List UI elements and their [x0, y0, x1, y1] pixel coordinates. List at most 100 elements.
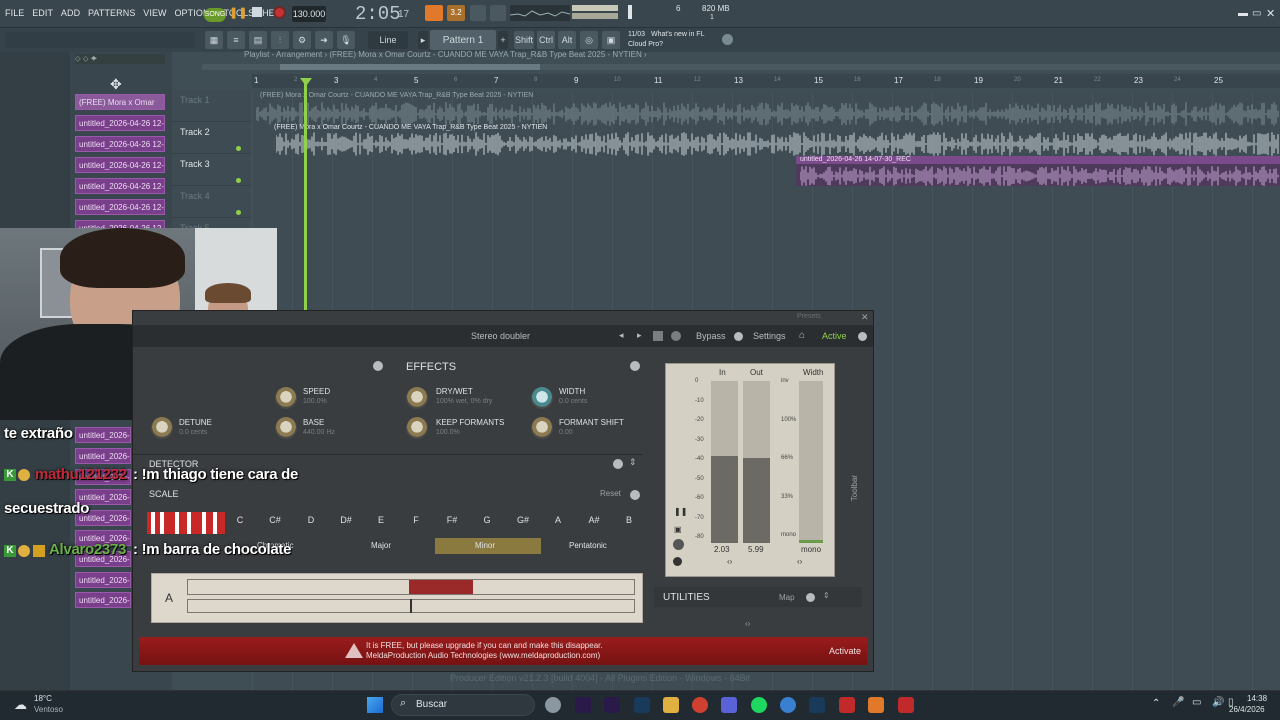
presets-label[interactable]: Presets	[797, 313, 821, 320]
plugin-close-icon[interactable]: ✕	[861, 312, 869, 323]
touch-icon[interactable]: ◎	[580, 31, 598, 49]
channel-rack-icon[interactable]: ▤	[249, 31, 267, 49]
fl-studio-icon[interactable]	[868, 697, 884, 713]
base-knob[interactable]	[275, 417, 297, 439]
weather-temp[interactable]: 18°C	[34, 694, 52, 703]
spotify-icon[interactable]	[751, 697, 767, 713]
song-mode-toggle[interactable]: SONG	[204, 8, 226, 22]
audio-clip-waveform[interactable]	[276, 132, 1280, 158]
scale-key-gsharp[interactable]: G#	[511, 515, 535, 525]
copilot-icon[interactable]	[545, 697, 561, 713]
discord-icon[interactable]	[721, 697, 737, 713]
scale-key-e[interactable]: E	[369, 515, 393, 525]
loop-record-icon[interactable]	[490, 5, 506, 21]
track-mute-led[interactable]	[236, 146, 241, 151]
drywet-knob[interactable]	[406, 387, 428, 409]
online-icon[interactable]	[722, 34, 733, 45]
photoshop-icon[interactable]	[634, 697, 650, 713]
width-knob[interactable]	[531, 387, 553, 409]
countdown-icon[interactable]: 3.2	[447, 5, 465, 21]
close-icon[interactable]: ✕	[1266, 7, 1275, 20]
audio-clip-waveform[interactable]	[800, 166, 1280, 192]
speed-knob[interactable]	[275, 387, 297, 409]
channel-item[interactable]: untitled_2026-0	[75, 592, 131, 608]
playlist-breadcrumb[interactable]: Playlist - Arrangement › (FREE) Mora x O…	[244, 50, 647, 59]
start-icon[interactable]	[367, 697, 383, 713]
track-mute-led[interactable]	[236, 210, 241, 215]
news-icon[interactable]: ▣	[602, 31, 620, 49]
collapse-icon[interactable]: ‹›	[745, 619, 750, 628]
news-headline-2[interactable]: Cloud Pro?	[628, 41, 663, 48]
menu-edit[interactable]: EDIT	[32, 8, 53, 18]
timeline-ruler[interactable]: 1 3 5 7 9 11 13 15 17 19 21 23 25 2 4 6 8 10 12 14 16 18 20 22 2…	[252, 74, 1280, 88]
menu-patterns[interactable]: PATTERNS	[88, 8, 135, 18]
time-display[interactable]: 2:05	[355, 3, 401, 25]
expand-icon[interactable]: ⇕	[629, 457, 637, 468]
toolbar-tab[interactable]: Toolbar	[850, 475, 859, 501]
channel-item[interactable]: untitled_2026-04-26 12-	[75, 199, 165, 215]
settings-button[interactable]: Settings	[753, 331, 786, 341]
stop-icon[interactable]	[252, 7, 262, 17]
channel-item[interactable]: untitled_2026-0	[75, 448, 131, 464]
after-effects-icon[interactable]	[575, 697, 591, 713]
snap-select[interactable]: Line	[368, 31, 408, 49]
help-icon[interactable]	[613, 459, 623, 469]
piano-keys-icon[interactable]	[147, 512, 225, 534]
help-icon[interactable]	[858, 332, 867, 341]
help-icon[interactable]	[373, 361, 383, 371]
pattern-prev-icon[interactable]: ▸	[418, 31, 428, 49]
mixer-icon[interactable]: ⫶	[271, 31, 289, 49]
shift-button[interactable]: Shift	[514, 31, 534, 49]
network-icon[interactable]: ▭	[1192, 697, 1201, 708]
piano-roll-icon[interactable]: ≡	[227, 31, 245, 49]
channel-item[interactable]: untitled_2026-0	[75, 427, 131, 443]
scale-mode-minor[interactable]: Minor	[475, 541, 495, 550]
help-icon[interactable]	[630, 490, 640, 500]
folder-icon[interactable]	[663, 697, 679, 713]
app-icon[interactable]	[839, 697, 855, 713]
pattern-add-icon[interactable]: +	[498, 31, 508, 49]
preset-next-icon[interactable]: ▸	[637, 330, 642, 341]
scale-key-csharp[interactable]: C#	[263, 515, 287, 525]
maximize-icon[interactable]: ▭	[1252, 8, 1261, 19]
random-icon[interactable]	[653, 331, 663, 341]
preset-prev-icon[interactable]: ◂	[619, 330, 624, 341]
channel-item[interactable]: untitled_2026-0	[75, 572, 131, 588]
play-icon[interactable]: ❚❚	[229, 6, 247, 20]
expand-icon[interactable]: ⇕	[823, 591, 830, 600]
clock-date[interactable]: 26/4/2026	[1229, 705, 1265, 714]
scale-key-d[interactable]: D	[299, 515, 323, 525]
pause-icon[interactable]: ❚❚	[674, 507, 687, 516]
chrome-icon[interactable]	[692, 697, 708, 713]
scale-key-dsharp[interactable]: D#	[334, 515, 358, 525]
tray-chevron-icon[interactable]: ⌃	[1152, 698, 1160, 709]
tempo-display[interactable]: 130.000	[292, 6, 326, 22]
move-icon[interactable]: ✥	[110, 76, 122, 93]
playhead[interactable]	[304, 82, 307, 310]
arrow-icon[interactable]: ➜	[315, 31, 333, 49]
detune-knob[interactable]	[151, 417, 173, 439]
menu-view[interactable]: VIEW	[143, 8, 166, 18]
record-icon[interactable]	[273, 6, 286, 19]
keepformants-knob[interactable]	[406, 417, 428, 439]
scale-mode-major[interactable]: Major	[371, 541, 391, 550]
scale-key-g[interactable]: G	[475, 515, 499, 525]
map-button[interactable]: Map	[779, 593, 795, 602]
steam-icon[interactable]	[809, 697, 825, 713]
bypass-button[interactable]: Bypass	[696, 331, 726, 341]
freeze-icon[interactable]: ▣	[674, 525, 682, 534]
metronome-icon[interactable]	[425, 5, 443, 21]
minimize-icon[interactable]: ▬	[1238, 8, 1248, 19]
clock-time[interactable]: 14:38	[1247, 694, 1267, 703]
channel-item[interactable]: untitled_2026-04-26 12-	[75, 136, 165, 152]
playlist-icon[interactable]: ▦	[205, 31, 223, 49]
playlist-scrollbar-thumb[interactable]	[280, 64, 540, 70]
scale-key-fsharp[interactable]: F#	[440, 515, 464, 525]
help-icon[interactable]	[673, 557, 682, 566]
collapse-icon[interactable]: ‹›	[727, 557, 732, 566]
active-button[interactable]: Active	[822, 331, 847, 341]
track-mute-led[interactable]	[236, 178, 241, 183]
browser-icon[interactable]: ⚙	[293, 31, 311, 49]
app-icon[interactable]	[898, 697, 914, 713]
scale-key-f[interactable]: F	[404, 515, 428, 525]
